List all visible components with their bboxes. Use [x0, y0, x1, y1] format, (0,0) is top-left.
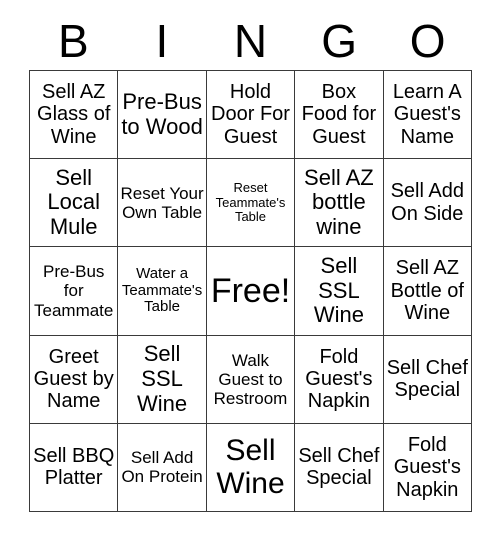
bingo-cell-label: Learn A Guest's Name — [392, 81, 462, 148]
bingo-cell-label: Sell Add On Side — [390, 180, 464, 225]
bingo-cell-label: Pre-Bus for Teammate — [34, 262, 114, 320]
bingo-cell[interactable]: Sell Wine — [206, 423, 296, 512]
header-letter-b: B — [57, 15, 89, 67]
bingo-cell-label: Sell AZ bottle wine — [304, 164, 374, 240]
bingo-cell[interactable]: Reset Your Own Table — [118, 159, 207, 248]
bingo-cell[interactable]: Fold Guest's Napkin — [383, 423, 472, 512]
bingo-cell-label: Sell AZ Glass of Wine — [37, 81, 111, 148]
bingo-cell-label: Fold Guest's Napkin — [305, 345, 373, 413]
bingo-cell[interactable]: Pre-Bus for Teammate — [30, 247, 119, 336]
bingo-cell-label: Walk Guest to Restroom — [213, 350, 288, 408]
bingo-cell-label: Greet Guest by Name — [33, 345, 114, 413]
bingo-cell[interactable]: Greet Guest by Name — [30, 335, 119, 424]
bingo-cell-label: Sell Local Mule — [47, 164, 100, 240]
bingo-cell-label: Sell SSL Wine — [313, 253, 364, 328]
bingo-cell[interactable]: Sell Local Mule — [30, 159, 119, 248]
bingo-cell[interactable]: Sell Add On Side — [383, 159, 472, 248]
bingo-cell[interactable]: Box Food for Guest — [295, 71, 384, 160]
bingo-cell[interactable]: Sell SSL Wine — [295, 247, 384, 336]
bingo-cell-label: Sell Wine — [216, 433, 285, 501]
bingo-cell-label: Sell SSL Wine — [137, 341, 188, 416]
bingo-cell[interactable]: Sell Add On Protein — [118, 423, 207, 512]
header-letter-i: I — [155, 15, 169, 67]
bingo-cell-free[interactable]: Free! — [206, 247, 296, 336]
bingo-cell[interactable]: Sell AZ Bottle of Wine — [383, 247, 472, 336]
bingo-card: B I N G O Sell AZ Glass of Wine Pre-Bus … — [0, 0, 500, 544]
bingo-cell-label: Reset Teammate's Table — [215, 179, 286, 225]
bingo-cell-label: Sell Add On Protein — [121, 448, 203, 487]
bingo-cell-label: Sell AZ Bottle of Wine — [390, 257, 464, 325]
bingo-cell[interactable]: Reset Teammate's Table — [206, 159, 296, 248]
bingo-cell[interactable]: Sell AZ Glass of Wine — [30, 71, 119, 160]
bingo-cell[interactable]: Pre-Bus to Wood — [118, 71, 207, 160]
bingo-cell-label: Fold Guest's Napkin — [393, 433, 461, 501]
header-letter-g: G — [321, 15, 357, 67]
bingo-cell[interactable]: Learn A Guest's Name — [383, 71, 472, 160]
bingo-cell-free-label: Free! — [210, 271, 291, 310]
bingo-cell[interactable]: Water a Teammate's Table — [118, 247, 207, 336]
bingo-cell[interactable]: Sell AZ bottle wine — [295, 159, 384, 248]
bingo-cell[interactable]: Walk Guest to Restroom — [206, 335, 296, 424]
bingo-cell[interactable]: Sell BBQ Platter — [30, 423, 119, 512]
bingo-cell[interactable]: Sell SSL Wine — [118, 335, 207, 424]
bingo-cell[interactable]: Fold Guest's Napkin — [295, 335, 384, 424]
bingo-grid: Sell AZ Glass of Wine Pre-Bus to Wood Ho… — [29, 70, 472, 512]
bingo-cell-label: Box Food for Guest — [301, 81, 377, 148]
bingo-cell[interactable]: Sell Chef Special — [295, 423, 384, 512]
bingo-cell-label: Hold Door For Guest — [211, 81, 290, 148]
bingo-header: B I N G O — [29, 12, 472, 70]
bingo-cell-label: Water a Teammate's Table — [121, 264, 203, 316]
bingo-cell-label: Pre-Bus to Wood — [121, 88, 203, 139]
header-letter-o: O — [409, 15, 446, 67]
bingo-cell-label: Sell Chef Special — [298, 445, 380, 490]
bingo-cell[interactable]: Hold Door For Guest — [206, 71, 296, 160]
bingo-cell-label: Reset Your Own Table — [120, 183, 204, 222]
bingo-cell-label: Sell BBQ Platter — [33, 445, 115, 490]
bingo-cell[interactable]: Sell Chef Special — [383, 335, 472, 424]
bingo-cell-label: Sell Chef Special — [386, 356, 468, 402]
header-letter-n: N — [233, 15, 268, 67]
